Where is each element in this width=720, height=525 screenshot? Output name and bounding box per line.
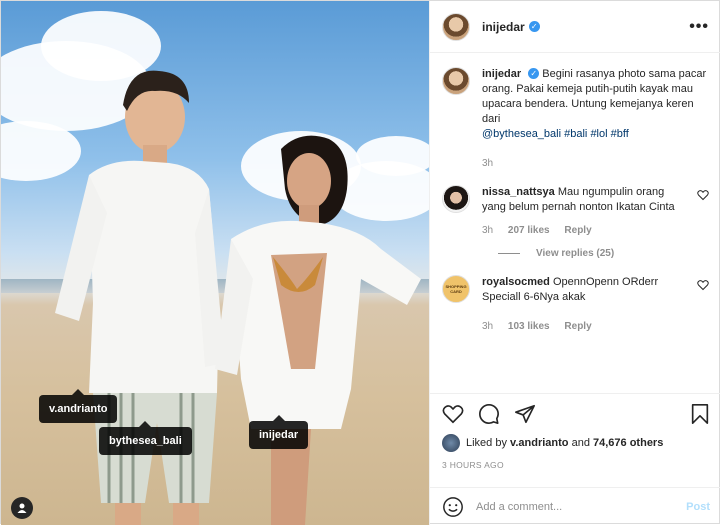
author-avatar[interactable]	[442, 12, 470, 41]
add-comment-input[interactable]	[476, 500, 687, 513]
hashtag-bali[interactable]: #bali	[564, 128, 587, 140]
share-icon[interactable]	[514, 403, 536, 425]
author-username[interactable]: inijedar	[482, 20, 525, 34]
heart-icon[interactable]	[442, 403, 464, 425]
divider	[498, 253, 520, 254]
user-tag-icon[interactable]	[11, 497, 33, 519]
liker-username[interactable]: v.andrianto	[510, 437, 568, 449]
comment-meta: 3h 207 likes Reply	[482, 223, 690, 238]
view-replies-button[interactable]: View replies (25)	[498, 248, 710, 259]
view-replies-label[interactable]: View replies (25)	[536, 248, 614, 259]
add-comment-bar: Post	[430, 487, 720, 525]
reply-button[interactable]: Reply	[564, 321, 591, 332]
verified-badge-icon: ✓	[528, 68, 540, 79]
likes-others[interactable]: 74,676 others	[593, 437, 663, 449]
post-side-panel: inijedar ✓ ••• inijedar ✓ Begini rasanya…	[429, 1, 720, 525]
more-icon[interactable]: •••	[689, 18, 709, 36]
photo-tag-bythesea-bali[interactable]: bythesea_bali	[99, 421, 192, 455]
commenter-avatar[interactable]	[442, 185, 470, 213]
comment: SHOPPING CARD royalsocmed OpennOpenn ORd…	[442, 275, 710, 334]
post-comment-button[interactable]: Post	[686, 501, 710, 513]
caption-avatar[interactable]	[442, 67, 470, 95]
post-header: inijedar ✓ •••	[430, 1, 720, 53]
comment-username[interactable]: royalsocmed	[482, 276, 550, 288]
comment-likes[interactable]: 207 likes	[508, 225, 550, 236]
comments-list: inijedar ✓ Begini rasanya photo sama pac…	[430, 53, 720, 393]
photo-tag-v-andrianto[interactable]: v.andrianto	[39, 389, 118, 423]
comment-meta: 3h 103 likes Reply	[482, 319, 690, 334]
liker-avatar[interactable]	[442, 434, 460, 452]
emoji-icon[interactable]	[442, 496, 464, 518]
hashtag-lol[interactable]: #lol	[590, 128, 607, 140]
man-figure	[55, 70, 225, 525]
post-timestamp[interactable]: 3 HOURS AGO	[430, 452, 720, 470]
comment-icon[interactable]	[478, 403, 500, 425]
comment-time[interactable]: 3h	[482, 225, 493, 236]
caption-meta: 3h	[482, 156, 710, 171]
caption-time[interactable]: 3h	[482, 158, 493, 169]
photo-tag-inijedar[interactable]: inijedar	[249, 415, 309, 449]
caption-username[interactable]: inijedar	[482, 68, 521, 80]
likes-summary: Liked by v.andrianto and 74,676 others	[430, 434, 720, 452]
post-dialog: v.andrianto bythesea_bali inijedar inije…	[0, 0, 720, 525]
likes-prefix: Liked by	[466, 437, 507, 449]
woman-figure	[215, 135, 421, 525]
comment: nissa_nattsya Mau ngumpulin orang yang b…	[442, 185, 710, 238]
reply-button[interactable]: Reply	[564, 225, 591, 236]
heart-icon[interactable]	[696, 279, 710, 291]
verified-badge-icon: ✓	[528, 21, 540, 32]
hashtag-bff[interactable]: #bff	[611, 128, 629, 140]
action-icons	[430, 394, 720, 434]
comment-username[interactable]: nissa_nattsya	[482, 186, 555, 198]
likes-joiner: and	[571, 437, 590, 449]
post-photo[interactable]: v.andrianto bythesea_bali inijedar	[1, 1, 429, 525]
comment-time[interactable]: 3h	[482, 321, 493, 332]
avatar-logo-text: SHOPPING CARD	[445, 284, 467, 294]
heart-icon[interactable]	[696, 189, 710, 201]
comment-likes[interactable]: 103 likes	[508, 321, 550, 332]
caption-mention[interactable]: @bythesea_bali	[482, 128, 561, 140]
caption: inijedar ✓ Begini rasanya photo sama pac…	[442, 67, 710, 171]
commenter-avatar[interactable]: SHOPPING CARD	[442, 275, 470, 303]
bookmark-icon[interactable]	[690, 403, 710, 425]
